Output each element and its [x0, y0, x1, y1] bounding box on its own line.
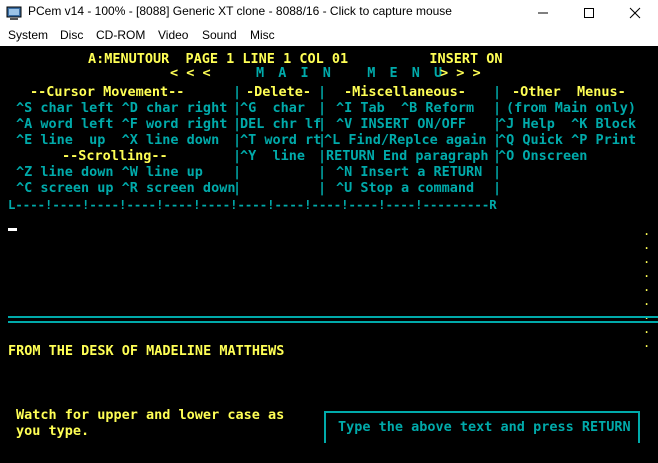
misc-row-2: ^V INSERT ON/OFF — [336, 116, 467, 132]
menu-cdrom[interactable]: CD-ROM — [96, 28, 145, 42]
menubar: System Disc CD-ROM Video Sound Misc — [0, 26, 658, 46]
misc-row-3: ^L Find/Replce again — [324, 132, 487, 148]
other-menus-heading: -Other Menus- — [512, 84, 626, 100]
instruction-line-2: you type. — [16, 423, 90, 439]
app-icon — [6, 6, 22, 20]
instruction-line-1: Watch for upper and lower case as — [16, 407, 285, 423]
other-row-4: ^O Onscreen — [498, 148, 588, 164]
delete-row-3: ^T word rt — [240, 132, 322, 148]
misc-row-6: ^U Stop a command — [336, 180, 475, 196]
prompt-text: Type the above text and press RETURN — [338, 419, 631, 435]
delete-row-1: ^G char — [240, 100, 306, 116]
main-menu-title: M A I N M E N U — [256, 65, 446, 81]
window-titlebar: PCem v14 - 100% - [8088] Generic XT clon… — [0, 0, 658, 26]
misc-row-1: ^I Tab ^B Reform — [336, 100, 475, 116]
scrolling-heading: --Scrolling-- — [62, 148, 168, 164]
miscellaneous-heading: -Miscellaneous- — [344, 84, 466, 100]
other-row-3: ^Q Quick ^P Print — [498, 132, 637, 148]
prompt-box: Type the above text and press RETURN — [324, 411, 640, 443]
cursor-row-2: ^A word left ^F word right — [16, 116, 228, 132]
cursor-row-3: ^E line up ^X line down — [16, 132, 220, 148]
scroll-row-2: ^C screen up ^R screen down — [16, 180, 236, 196]
menu-system[interactable]: System — [8, 28, 48, 42]
scroll-row-1: ^Z line down ^W line up — [16, 164, 203, 180]
cursor-row-1: ^S char left ^D char right — [16, 100, 228, 116]
text-cursor — [8, 228, 17, 231]
menu-misc[interactable]: Misc — [250, 28, 275, 42]
minimize-icon — [538, 12, 548, 14]
right-margin-marks: . . . . . . . . . — [643, 224, 651, 350]
misc-row-4: RETURN End paragraph — [326, 148, 489, 164]
divider-line-top — [8, 316, 658, 318]
close-icon — [629, 7, 641, 19]
main-menu-left-arrows: < < < — [170, 65, 211, 81]
ruler-line: L----!----!----!----!----!----!----!----… — [8, 198, 497, 212]
maximize-icon — [584, 8, 594, 18]
close-button[interactable] — [612, 0, 658, 26]
maximize-button[interactable] — [566, 0, 612, 26]
delete-row-4: ^Y line — [240, 148, 306, 164]
minimize-button[interactable] — [520, 0, 566, 26]
emulator-screen[interactable]: A:MENUTOUR PAGE 1 LINE 1 COL 01 INSERT O… — [0, 46, 658, 463]
document-line-1: FROM THE DESK OF MADELINE MATTHEWS — [8, 343, 285, 359]
menu-video[interactable]: Video — [158, 28, 188, 42]
cursor-movement-heading: --Cursor Movement-- — [30, 84, 185, 100]
delete-heading: -Delete- — [246, 84, 312, 100]
misc-row-5: ^N Insert a RETURN — [336, 164, 483, 180]
menu-sound[interactable]: Sound — [202, 28, 237, 42]
other-row-1: (from Main only) — [506, 100, 637, 116]
divider-line-bottom — [8, 321, 658, 323]
window-title: PCem v14 - 100% - [8088] Generic XT clon… — [28, 4, 452, 18]
main-menu-right-arrows: > > > — [440, 65, 481, 81]
menu-disc[interactable]: Disc — [60, 28, 83, 42]
other-row-2: ^J Help ^K Block — [498, 116, 637, 132]
delete-row-2: DEL chr lf — [240, 116, 322, 132]
